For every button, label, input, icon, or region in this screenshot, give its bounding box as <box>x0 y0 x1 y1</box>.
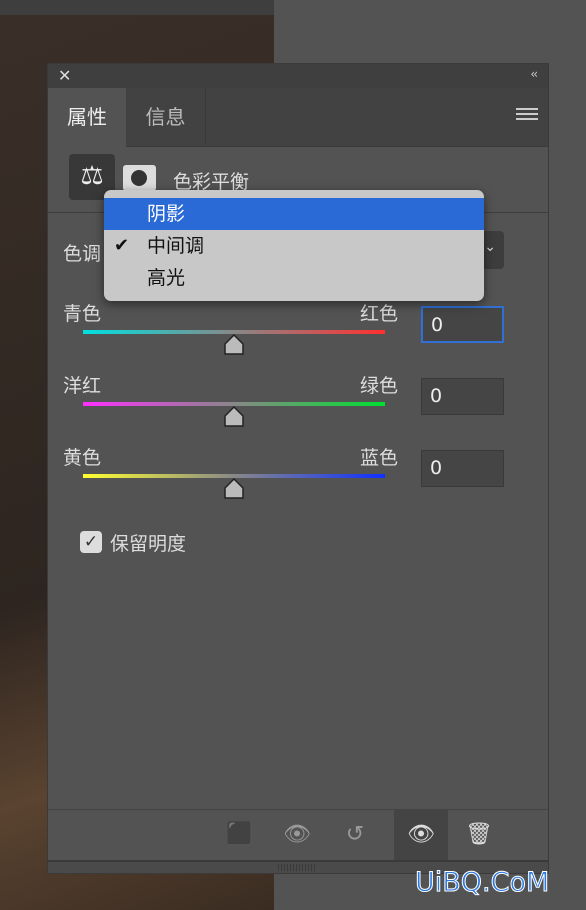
tab-properties[interactable]: 属性 <box>48 88 126 147</box>
properties-panel: ✕ ‹‹ 属性 信息 ⚖ 色彩平衡 色调 ⌄ 青色 红色 0 洋红 绿色 0 黄色 … <box>47 63 549 874</box>
tone-option-shadows[interactable]: 阴影 <box>104 198 484 230</box>
panel-footer: ⬛ 👁 ↺ 👁 🗑 <box>48 809 548 860</box>
tab-info[interactable]: 信息 <box>126 88 206 147</box>
slider-value-input[interactable]: 0 <box>421 378 504 415</box>
panel-menu-icon[interactable] <box>516 108 538 123</box>
reset-icon[interactable]: ↺ <box>328 810 382 860</box>
watermark: UiBQ.CoM <box>414 867 550 899</box>
trash-icon[interactable]: 🗑 <box>452 810 506 860</box>
tone-dropdown-menu: 阴影 ✔ 中间调 高光 <box>104 190 484 301</box>
slider-right-label: 蓝色 <box>360 447 399 469</box>
slider-thumb[interactable] <box>223 406 245 428</box>
slider-right-label: 红色 <box>360 303 399 325</box>
tone-label: 色调 <box>63 243 102 265</box>
preserve-luminosity-checkbox[interactable]: ✓ <box>80 531 102 553</box>
view-previous-state-icon[interactable]: 👁 <box>270 810 324 860</box>
canvas-top <box>0 0 274 15</box>
visibility-eye-icon[interactable]: 👁 <box>394 810 448 860</box>
slider-value-input[interactable]: 0 <box>421 450 504 487</box>
slider-left-label: 黄色 <box>63 447 102 469</box>
clip-to-layer-icon[interactable]: ⬛ <box>213 810 267 860</box>
checkmark-icon: ✔ <box>114 235 130 256</box>
collapse-icon[interactable]: ‹‹ <box>530 67 537 81</box>
preserve-luminosity-label: 保留明度 <box>110 533 187 555</box>
slider-thumb[interactable] <box>223 478 245 500</box>
close-icon[interactable]: ✕ <box>58 66 71 85</box>
slider-left-label: 青色 <box>63 303 102 325</box>
tone-option-midtones[interactable]: ✔ 中间调 <box>104 230 484 262</box>
panel-tabs: 属性 信息 <box>48 88 548 147</box>
slider-thumb[interactable] <box>223 334 245 356</box>
slider-value-input[interactable]: 0 <box>421 306 504 343</box>
slider-left-label: 洋红 <box>63 375 102 397</box>
layer-mask-icon[interactable] <box>123 165 156 191</box>
chevron-down-icon: ⌄ <box>484 239 496 255</box>
tone-option-highlights[interactable]: 高光 <box>104 262 484 294</box>
panel-titlebar[interactable]: ✕ ‹‹ <box>48 64 548 88</box>
slider-right-label: 绿色 <box>360 375 399 397</box>
